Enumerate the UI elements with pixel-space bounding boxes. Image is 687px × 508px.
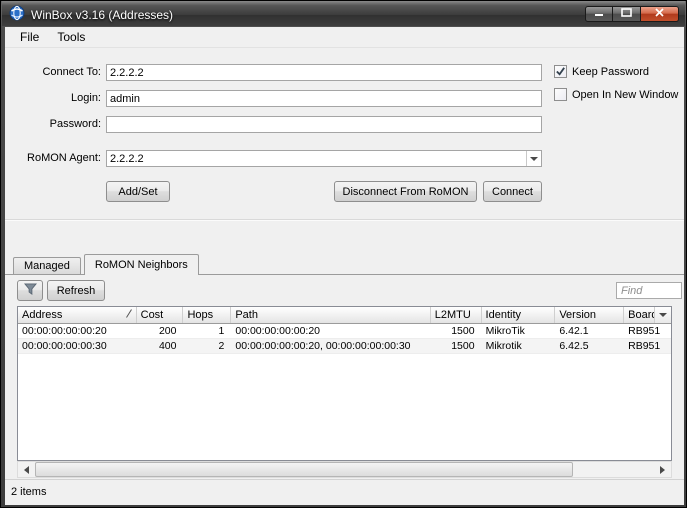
connect-to-input[interactable]: [106, 64, 542, 81]
column-header-cost[interactable]: Cost: [137, 307, 184, 323]
cell-cost: 200: [158, 325, 177, 337]
romon-agent-combo-input[interactable]: [106, 150, 542, 167]
sort-ascending-icon: [125, 309, 132, 321]
refresh-button[interactable]: Refresh: [47, 280, 105, 301]
connect-button[interactable]: Connect: [483, 181, 542, 202]
romon-agent-label: RoMON Agent:: [27, 152, 101, 164]
menu-tools[interactable]: Tools: [48, 27, 94, 47]
table-header-row: Address Cost Hops Path L2MTU Identity Ve…: [18, 307, 671, 324]
winbox-logo-icon: [9, 5, 25, 24]
cell-address: 00:00:00:00:00:20: [22, 325, 107, 337]
maximize-icon: [621, 8, 632, 20]
column-selector-button[interactable]: [654, 307, 671, 323]
neighbors-table: Address Cost Hops Path L2MTU Identity Ve…: [17, 306, 672, 461]
cell-board: RB951: [628, 325, 661, 337]
password-label: Password:: [49, 118, 101, 130]
minimize-button[interactable]: [585, 6, 613, 22]
cell-identity: Mikrotik: [485, 340, 522, 352]
column-header-hops[interactable]: Hops: [183, 307, 232, 323]
table-row[interactable]: 00:00:00:00:00:20 200 1 00:00:00:00:00:2…: [18, 324, 671, 339]
maximize-button[interactable]: [613, 6, 641, 22]
winbox-window: WinBox v3.16 (Addresses) File Tools Conn…: [0, 0, 687, 508]
column-header-version[interactable]: Version: [555, 307, 625, 323]
cell-hops: 1: [218, 325, 225, 337]
table-row[interactable]: 00:00:00:00:00:30 400 2 00:00:00:00:00:2…: [18, 339, 671, 354]
scrollbar-thumb[interactable]: [35, 462, 573, 477]
menu-file[interactable]: File: [11, 27, 48, 47]
close-button[interactable]: [641, 6, 679, 22]
cell-path: 00:00:00:00:00:20, 00:00:00:00:00:30: [235, 340, 411, 352]
cell-version: 6.42.1: [559, 325, 589, 337]
cell-identity: MikroTik: [485, 325, 525, 337]
open-in-new-window-label: Open In New Window: [572, 88, 679, 101]
close-icon: [655, 8, 664, 20]
disconnect-from-romon-button[interactable]: Disconnect From RoMON: [334, 181, 477, 202]
statusbar-separator: [5, 479, 684, 480]
cell-path: 00:00:00:00:00:20: [235, 325, 321, 337]
checkbox-checked-icon: [554, 65, 567, 78]
cell-board: RB951: [628, 340, 661, 352]
login-label: Login:: [71, 92, 101, 104]
cell-l2mtu: 1500: [451, 340, 475, 352]
separator: [5, 219, 684, 221]
filter-button[interactable]: [17, 280, 43, 301]
titlebar[interactable]: WinBox v3.16 (Addresses): [2, 1, 685, 26]
minimize-icon: [594, 8, 604, 20]
menu-bar: File Tools: [5, 27, 684, 48]
window-title: WinBox v3.16 (Addresses): [31, 7, 174, 22]
arrow-left-icon: [24, 465, 29, 474]
keep-password-checkbox[interactable]: Keep Password: [554, 65, 649, 78]
scroll-right-button[interactable]: [654, 462, 671, 477]
cell-version: 6.42.5: [559, 340, 589, 352]
tab-managed[interactable]: Managed: [13, 257, 81, 275]
cell-cost: 400: [158, 340, 177, 352]
connect-to-label: Connect To:: [42, 66, 101, 78]
status-items-count: 2 items: [11, 486, 47, 498]
column-header-l2mtu[interactable]: L2MTU: [431, 307, 482, 323]
tab-strip: Managed RoMON Neighbors: [13, 254, 202, 275]
tab-romon-neighbors[interactable]: RoMON Neighbors: [83, 254, 199, 275]
open-in-new-window-checkbox[interactable]: Open In New Window: [554, 88, 678, 101]
column-header-identity[interactable]: Identity: [482, 307, 556, 323]
cell-hops: 2: [218, 340, 225, 352]
chevron-down-icon: [659, 313, 667, 317]
arrow-right-icon: [660, 465, 665, 474]
add-set-button[interactable]: Add/Set: [106, 181, 170, 202]
filter-icon: [23, 283, 37, 298]
keep-password-label: Keep Password: [572, 65, 650, 78]
column-header-path[interactable]: Path: [231, 307, 431, 323]
column-header-address[interactable]: Address: [18, 307, 137, 323]
login-input[interactable]: [106, 90, 542, 107]
romon-agent-dropdown-button[interactable]: [526, 151, 541, 166]
find-input[interactable]: [616, 282, 682, 299]
scroll-left-button[interactable]: [18, 462, 35, 477]
horizontal-scrollbar[interactable]: [17, 461, 672, 478]
chevron-down-icon: [530, 156, 538, 161]
password-input[interactable]: [106, 116, 542, 133]
cell-l2mtu: 1500: [451, 325, 475, 337]
checkbox-unchecked-icon: [554, 88, 567, 101]
client-area: File Tools Connect To: Keep Password Log…: [5, 27, 684, 505]
cell-address: 00:00:00:00:00:30: [22, 340, 107, 352]
